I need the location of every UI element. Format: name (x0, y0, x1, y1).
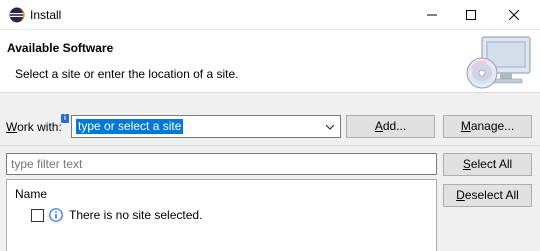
separator (0, 145, 540, 146)
close-icon (509, 10, 519, 20)
maximize-button[interactable] (453, 0, 489, 30)
work-with-label: Work with: (6, 120, 62, 134)
work-with-combo[interactable]: type or select a site (71, 115, 341, 138)
chevron-down-icon (325, 124, 335, 130)
add-button[interactable]: Add... (346, 115, 435, 138)
row-checkbox[interactable] (31, 208, 44, 222)
work-with-combo-value[interactable]: type or select a site (76, 119, 184, 134)
install-dialog: Install Available Software Select a site… (0, 0, 540, 251)
info-badge-icon: i (61, 114, 69, 123)
page-description: Select a site or enter the location of a… (15, 67, 239, 81)
software-tree-table[interactable]: Name There is no site selected. (6, 179, 437, 251)
table-row[interactable]: There is no site selected. (31, 207, 202, 223)
page-title: Available Software (7, 41, 114, 55)
select-all-button[interactable]: Select All (443, 153, 532, 176)
install-banner-icon (466, 36, 531, 89)
filter-input[interactable] (6, 153, 437, 175)
combo-dropdown-button[interactable] (322, 118, 338, 135)
close-button[interactable] (496, 0, 532, 30)
window-title: Install (30, 8, 62, 22)
minimize-icon (427, 14, 437, 16)
eclipse-icon (9, 7, 25, 23)
wizard-header: Available Software Select a site or ente… (0, 30, 540, 93)
maximize-icon (466, 10, 476, 20)
info-icon (49, 208, 63, 222)
manage-button[interactable]: Manage... (443, 115, 532, 138)
title-bar[interactable]: Install (0, 0, 540, 30)
column-header-name[interactable]: Name (15, 187, 47, 201)
row-label: There is no site selected. (69, 208, 203, 222)
minimize-button[interactable] (414, 0, 450, 30)
deselect-all-button[interactable]: Deselect All (443, 184, 532, 207)
